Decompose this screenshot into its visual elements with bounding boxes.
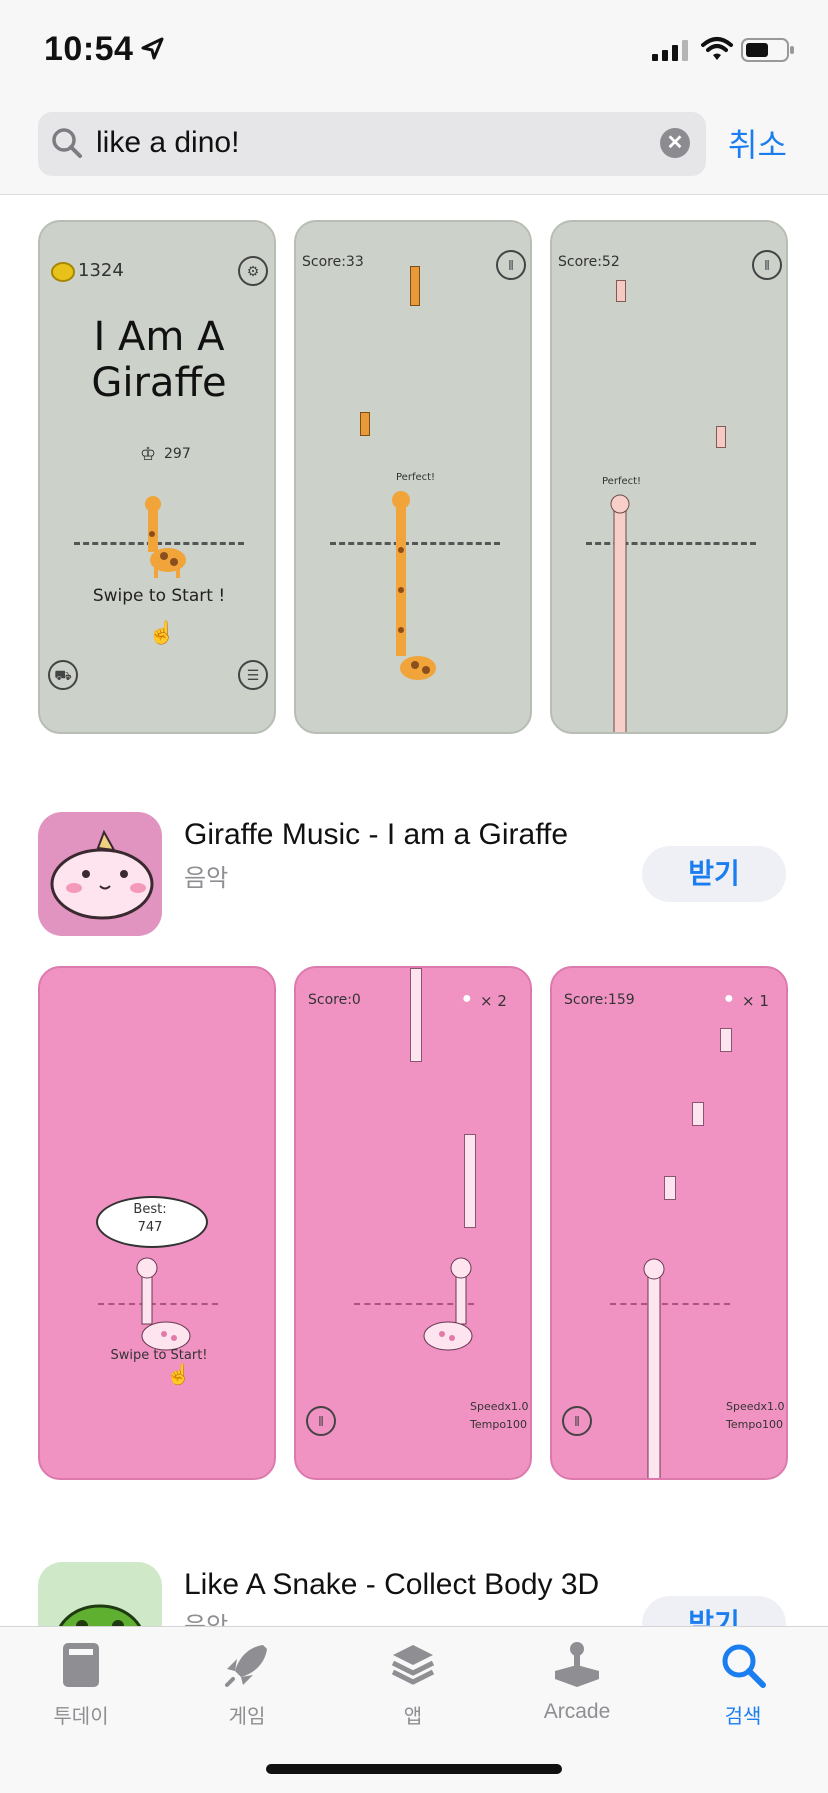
pink-dino-icon [50,829,154,920]
layers-icon [391,1645,435,1685]
swipe-to-start-text: Swipe to Start ! [92,586,226,606]
search-query-text: like a dino! [96,126,240,159]
app2-screenshot-3[interactable]: Score:159 ● × 1 ‖ Speedx1.0 Tempo100 [550,966,788,1480]
pointer-hand-icon: ☝ [166,1364,191,1386]
battery-icon [741,38,794,62]
location-arrow-icon [141,37,164,60]
signal-icon [652,40,688,61]
tempo-text: Tempo100 [726,1418,784,1431]
tab-apps[interactable]: 앱 [358,1627,468,1729]
search-icon [722,1644,766,1688]
cancel-button[interactable]: 취소 [728,120,787,166]
pause-icon: ‖ [496,250,526,280]
tab-games-label: 게임 [228,1706,266,1728]
app2-screenshot-1[interactable]: Best: 747 Swipe to Start! ☝ [38,966,276,1480]
arcade-joystick-icon [555,1642,599,1687]
search-icon [52,128,82,158]
game-title-line-2: Giraffe [91,360,227,406]
app2-screenshot-2[interactable]: Score:0 ● × 2 ‖ Speedx1.0 Tempo100 [294,966,532,1480]
perfect-text: Perfect! [396,472,436,483]
app2-category: 음악 [184,865,229,892]
settings-gear-icon: ⚙ [238,256,268,286]
tab-today-label: 투데이 [53,1706,109,1728]
best-label: Best: [133,1202,167,1217]
pause-icon: ‖ [562,1406,592,1436]
falling-block [464,1134,476,1228]
giraffe-illustration [145,496,186,578]
falling-block [664,1176,676,1200]
home-indicator [266,1764,562,1774]
tab-apps-label: 앱 [403,1706,423,1728]
dino-lives-icon: ● [724,990,734,1007]
today-icon [63,1643,99,1687]
pink-dino-illustration [423,1257,473,1351]
score-text: Score:159 [564,992,635,1008]
app1-screenshot-3[interactable]: Score:52 ‖ Perfect! [550,220,788,734]
search-input[interactable]: like a dino! ✕ [38,112,706,176]
list-menu-icon: ☰ [238,660,268,690]
shop-cart-icon: ⛟ [48,660,78,690]
tempo-text: Tempo100 [470,1418,528,1431]
speed-text: Speedx1.0 [470,1400,529,1413]
app2-get-button[interactable]: 받기 [642,846,786,902]
clock-time: 10:54 [44,30,134,68]
falling-block [410,266,420,306]
pink-dino-illustration [136,1257,191,1351]
coin-count: 1324 [78,260,124,281]
game-title-line-1: I Am A [93,314,225,360]
dashed-line [610,1303,730,1305]
lives-count: × 1 [742,992,769,1010]
rocket-icon [225,1645,267,1687]
giraffe-long-neck-illustration [392,491,436,680]
best-value: 747 [137,1220,163,1235]
app1-screenshot-1[interactable]: 1324 ⚙ I Am A Giraffe ♔ 297 Swipe to Sta… [38,220,276,734]
swipe-to-start-text: Swipe to Start! [110,1348,208,1363]
wifi-icon [701,37,733,60]
status-bar: 10:54 [0,0,828,100]
best-score: 297 [164,446,191,462]
pink-giraffe-neck-illustration [610,494,630,732]
tab-arcade-label: Arcade [543,1700,611,1723]
pause-icon: ‖ [752,250,782,280]
tab-search[interactable]: 검색 [688,1627,798,1729]
pause-icon: ‖ [306,1406,336,1436]
score-text: Score:33 [302,254,364,270]
dino-lives-icon: ● [462,990,472,1007]
perfect-text: Perfect! [602,476,642,487]
crown-icon: ♔ [140,444,157,465]
falling-block [720,1028,732,1052]
speed-text: Speedx1.0 [726,1400,785,1413]
score-text: Score:52 [558,254,620,270]
falling-block [716,426,726,448]
pointer-hand-icon: ☝ [148,620,176,645]
tab-search-label: 검색 [724,1706,762,1728]
score-text: Score:0 [308,992,361,1008]
app3-name[interactable]: Like A Snake - Collect Body 3D [184,1568,599,1602]
search-header: like a dino! ✕ 취소 [0,100,828,195]
falling-block [616,280,626,302]
pink-dino-neck-illustration [643,1258,665,1478]
app1-screenshot-2[interactable]: Score:33 ‖ Perfect! [294,220,532,734]
tab-games[interactable]: 게임 [192,1627,302,1729]
falling-block [360,412,370,436]
tab-today[interactable]: 투데이 [26,1627,136,1729]
falling-block [410,968,422,1062]
app2-icon[interactable] [38,812,162,936]
clear-search-button[interactable]: ✕ [660,128,690,158]
falling-block [692,1102,704,1126]
lives-count: × 2 [480,992,507,1010]
coin-icon [51,262,75,282]
tab-arcade[interactable]: Arcade [522,1627,632,1724]
app2-name[interactable]: Giraffe Music - I am a Giraffe [184,818,568,852]
